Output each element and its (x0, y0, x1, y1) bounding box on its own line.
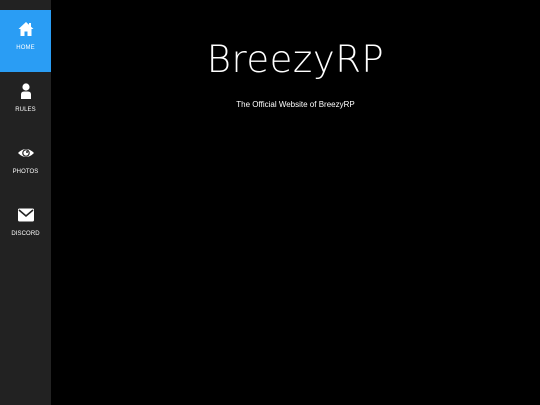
page-subtitle: The Official Website of BreezyRP (236, 100, 355, 109)
page-title: BreezyRP (206, 38, 385, 81)
sidebar-item-label: HOME (16, 45, 35, 51)
sidebar-item-photos[interactable]: PHOTOS (0, 134, 51, 196)
sidebar: HOME RULES PHOTOS DISCORD (0, 0, 51, 405)
sidebar-item-rules[interactable]: RULES (0, 72, 51, 134)
sidebar-item-discord[interactable]: DISCORD (0, 196, 51, 258)
home-icon (17, 20, 35, 38)
eye-icon (17, 144, 35, 162)
sidebar-item-label: PHOTOS (12, 169, 39, 175)
sidebar-item-home[interactable]: HOME (0, 10, 51, 72)
main-content: BreezyRP The Official Website of BreezyR… (51, 0, 540, 405)
sidebar-item-label: RULES (15, 107, 36, 113)
user-icon (17, 82, 35, 100)
sidebar-item-label: DISCORD (11, 231, 40, 237)
page: HOME RULES PHOTOS DISCORD BreezyRP The O… (0, 0, 540, 405)
envelope-icon (17, 206, 35, 224)
